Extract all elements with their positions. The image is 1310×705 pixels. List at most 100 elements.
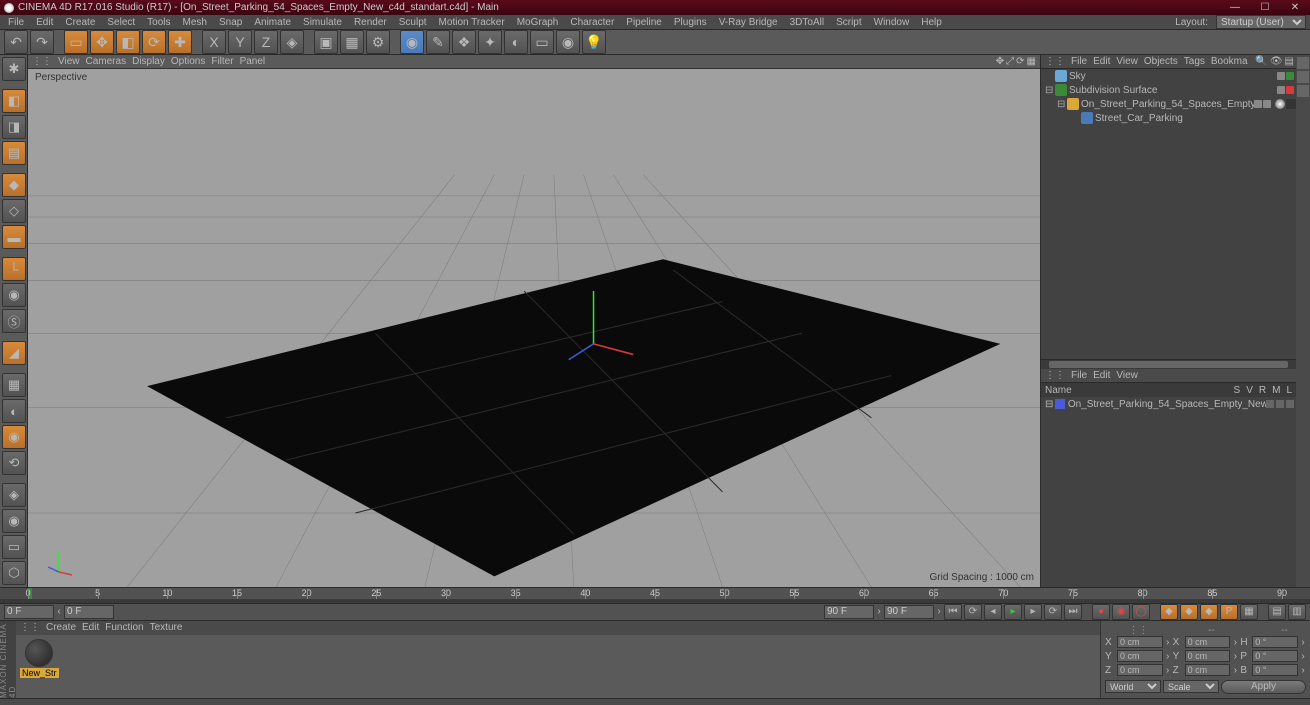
- pos-x-field[interactable]: 0 cm: [1117, 636, 1163, 648]
- misc3-button[interactable]: ◉: [2, 509, 26, 533]
- coord-mode-select[interactable]: Scale: [1163, 680, 1219, 693]
- undo-button[interactable]: ↶: [4, 30, 28, 54]
- menu-window[interactable]: Window: [870, 17, 914, 28]
- y-axis-button[interactable]: Y: [228, 30, 252, 54]
- menu-edit[interactable]: Edit: [32, 17, 57, 28]
- menu-plugins[interactable]: Plugins: [670, 17, 711, 28]
- rot-b-field[interactable]: 0 °: [1252, 664, 1298, 676]
- take-flag-icon[interactable]: [1266, 400, 1274, 408]
- current-start-field[interactable]: 0 F: [64, 605, 114, 619]
- menu-pipeline[interactable]: Pipeline: [622, 17, 666, 28]
- takes-menu-edit[interactable]: Edit: [1093, 370, 1110, 381]
- bulb-button[interactable]: 💡: [582, 30, 606, 54]
- takes-menu-view[interactable]: View: [1116, 370, 1138, 381]
- make-editable-button[interactable]: ✱: [2, 57, 26, 81]
- obj-handle-icon[interactable]: ⋮⋮: [1045, 56, 1065, 67]
- menu-mograph[interactable]: MoGraph: [513, 17, 563, 28]
- brush-button[interactable]: ◉: [2, 425, 26, 449]
- menu-vray-bridge[interactable]: V-Ray Bridge: [715, 17, 782, 28]
- axis-button[interactable]: └: [2, 257, 26, 281]
- vp-nav-layout-icon[interactable]: ▦: [1027, 56, 1036, 67]
- menu-file[interactable]: File: [4, 17, 28, 28]
- obj-menu-objects[interactable]: Objects: [1144, 56, 1178, 67]
- menu-tools[interactable]: Tools: [143, 17, 174, 28]
- timeline-ruler[interactable]: 051015202530354045505560657075808590: [28, 588, 1282, 599]
- material-swatch[interactable]: New_Str: [20, 639, 59, 694]
- viewport-solo-button[interactable]: ◉: [2, 283, 26, 307]
- rot-p-field[interactable]: 0 °: [1252, 650, 1298, 662]
- take-expand-icon[interactable]: ⊟: [1045, 399, 1055, 410]
- menu-mesh[interactable]: Mesh: [179, 17, 211, 28]
- tree-row-sky[interactable]: Sky: [1041, 69, 1296, 83]
- vp-nav-pan-icon[interactable]: ✥: [996, 56, 1004, 67]
- camera-button[interactable]: ▭: [530, 30, 554, 54]
- soft-select-button[interactable]: ◐: [2, 399, 26, 423]
- menu-character[interactable]: Character: [566, 17, 618, 28]
- spinner-icon[interactable]: ›: [936, 606, 942, 617]
- point-mode-button[interactable]: ◆: [2, 173, 26, 197]
- goto-end-button[interactable]: ⏭: [1064, 604, 1082, 620]
- misc5-button[interactable]: ⬡: [2, 561, 26, 585]
- obj-layout-icon[interactable]: ▤: [1285, 56, 1294, 67]
- vp-menu-cameras[interactable]: Cameras: [86, 56, 127, 67]
- menu-select[interactable]: Select: [103, 17, 139, 28]
- pos-y-field[interactable]: 0 cm: [1117, 650, 1163, 662]
- key-pos-button[interactable]: ◆: [1160, 604, 1178, 620]
- obj-menu-edit[interactable]: Edit: [1093, 56, 1110, 67]
- size-z-field[interactable]: 0 cm: [1185, 664, 1231, 676]
- scale-button[interactable]: ◧: [116, 30, 140, 54]
- loop2-button[interactable]: ⟳: [1044, 604, 1062, 620]
- close-button[interactable]: ✕: [1280, 0, 1310, 15]
- vp-menu-panel[interactable]: Panel: [240, 56, 266, 67]
- takes-handle-icon[interactable]: ⋮⋮: [1045, 370, 1065, 381]
- locked-workplane-button[interactable]: ◢: [2, 341, 26, 365]
- menu-motion-tracker[interactable]: Motion Tracker: [435, 17, 509, 28]
- timeline-window-button[interactable]: ▤: [1268, 604, 1286, 620]
- play-button[interactable]: ▸: [1004, 604, 1022, 620]
- menu-help[interactable]: Help: [917, 17, 946, 28]
- redo-button[interactable]: ↷: [30, 30, 54, 54]
- autokey-button[interactable]: ◉: [1112, 604, 1130, 620]
- obj-search-icon[interactable]: 🔍: [1255, 56, 1267, 67]
- coord-system-select[interactable]: World: [1105, 680, 1161, 693]
- menu-render[interactable]: Render: [350, 17, 391, 28]
- expand-icon[interactable]: ⊟: [1045, 85, 1055, 96]
- loop-button[interactable]: ⟳: [964, 604, 982, 620]
- next-frame-button[interactable]: ▸: [1024, 604, 1042, 620]
- goto-start-button[interactable]: ⏮: [944, 604, 962, 620]
- object-tree[interactable]: Sky ⊟ Subdivision Surface ⊟ On_Street_Pa…: [1041, 69, 1296, 359]
- apply-button[interactable]: Apply: [1221, 680, 1306, 694]
- dock-btn[interactable]: [1297, 85, 1309, 97]
- render-view-button[interactable]: ▣: [314, 30, 338, 54]
- vp-menu-filter[interactable]: Filter: [211, 56, 233, 67]
- takes-panel[interactable]: ⊟ On_Street_Parking_54_Spaces_Empty_New: [1041, 397, 1296, 587]
- tweak-button[interactable]: ▦: [2, 373, 26, 397]
- coord-system-button[interactable]: ◈: [280, 30, 304, 54]
- range-start-field[interactable]: 0 F: [4, 605, 54, 619]
- light-button[interactable]: ◉: [556, 30, 580, 54]
- dock-btn[interactable]: [1297, 71, 1309, 83]
- menu-sculpt[interactable]: Sculpt: [395, 17, 431, 28]
- menu-create[interactable]: Create: [61, 17, 99, 28]
- range-end-field[interactable]: 90 F: [884, 605, 934, 619]
- environment-button[interactable]: ◐: [504, 30, 528, 54]
- workplane-button[interactable]: ▤: [2, 141, 26, 165]
- size-x-field[interactable]: 0 cm: [1185, 636, 1231, 648]
- pen-button[interactable]: ✎: [426, 30, 450, 54]
- obj-menu-file[interactable]: File: [1071, 56, 1087, 67]
- vp-handle-icon[interactable]: ⋮⋮: [32, 56, 52, 67]
- key-rot-button[interactable]: ◆: [1200, 604, 1218, 620]
- key-scale-button[interactable]: ◆: [1180, 604, 1198, 620]
- menu-script[interactable]: Script: [832, 17, 866, 28]
- model-mode-button[interactable]: ◧: [2, 89, 26, 113]
- spinner-icon[interactable]: ›: [876, 606, 882, 617]
- record-button[interactable]: ●: [1092, 604, 1110, 620]
- obj-menu-bookmarks[interactable]: Bookma: [1211, 56, 1248, 67]
- misc4-button[interactable]: ▭: [2, 535, 26, 559]
- obj-h-scrollbar[interactable]: [1041, 359, 1296, 369]
- vp-nav-orbit-icon[interactable]: ⟳: [1016, 56, 1024, 67]
- key-pla-button[interactable]: ▦: [1240, 604, 1258, 620]
- misc1-button[interactable]: ⟲: [2, 451, 26, 475]
- generator-button[interactable]: ❖: [452, 30, 476, 54]
- prev-frame-button[interactable]: ◂: [984, 604, 1002, 620]
